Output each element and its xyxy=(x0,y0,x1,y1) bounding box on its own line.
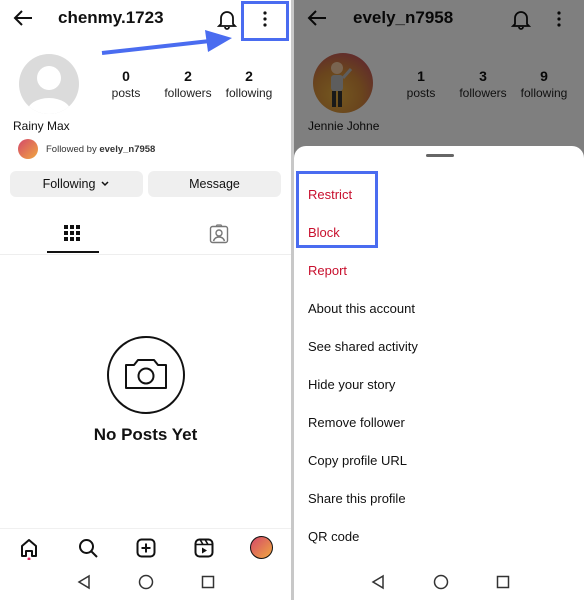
system-nav-bar xyxy=(0,568,291,598)
highlight-box-more-options xyxy=(241,1,289,41)
system-recents-icon[interactable] xyxy=(496,575,510,589)
search-icon[interactable] xyxy=(78,538,98,558)
tagged-photos-icon[interactable] xyxy=(209,224,229,244)
nav-divider xyxy=(0,528,291,529)
menu-hide-story[interactable]: Hide your story xyxy=(308,377,395,392)
sheet-drag-handle[interactable] xyxy=(426,154,454,157)
menu-about-account[interactable]: About this account xyxy=(308,301,415,316)
follower-avatar[interactable] xyxy=(18,139,38,159)
followed-by-text[interactable]: Followed by evely_n7958 xyxy=(46,144,155,155)
chevron-down-icon xyxy=(101,181,109,187)
left-profile-screen: chenmy.1723 0 posts 2 followers 2 following… xyxy=(0,0,291,600)
camera-icon xyxy=(107,336,185,414)
active-tab-indicator xyxy=(47,251,99,253)
profile-tab-avatar[interactable] xyxy=(250,536,273,559)
back-arrow-icon[interactable] xyxy=(12,8,34,28)
right-profile-screen: evely_n7958 1posts 3followers 9following… xyxy=(294,0,584,600)
highlight-box-restrict-block xyxy=(296,171,378,248)
system-home-icon[interactable] xyxy=(433,574,449,590)
stat-following[interactable]: 2 following xyxy=(219,68,279,100)
followed-by-username[interactable]: evely_n7958 xyxy=(99,144,155,155)
menu-remove-follower[interactable]: Remove follower xyxy=(308,415,405,430)
menu-shared-activity[interactable]: See shared activity xyxy=(308,339,418,354)
menu-qr-code[interactable]: QR code xyxy=(308,529,359,544)
bottom-nav xyxy=(0,536,291,562)
display-name: Rainy Max xyxy=(13,119,70,133)
menu-share-profile[interactable]: Share this profile xyxy=(308,491,406,506)
profile-username: chenmy.1723 xyxy=(58,8,164,27)
home-icon[interactable] xyxy=(19,538,39,560)
message-button[interactable]: Message xyxy=(148,171,281,197)
stat-posts[interactable]: 0 posts xyxy=(96,68,156,100)
system-back-icon[interactable] xyxy=(77,574,91,590)
profile-avatar-placeholder[interactable] xyxy=(19,54,79,114)
system-back-icon[interactable] xyxy=(371,574,385,590)
system-nav-bar xyxy=(294,568,584,598)
create-post-icon[interactable] xyxy=(136,538,156,558)
default-user-icon xyxy=(27,66,71,114)
empty-state-title: No Posts Yet xyxy=(93,425,198,444)
system-home-icon[interactable] xyxy=(138,574,154,590)
grid-icon[interactable] xyxy=(64,225,80,241)
stat-followers[interactable]: 2 followers xyxy=(158,68,218,100)
system-recents-icon[interactable] xyxy=(201,575,215,589)
annotation-arrow xyxy=(101,30,232,55)
menu-report[interactable]: Report xyxy=(308,263,347,278)
following-button[interactable]: Following xyxy=(10,171,143,197)
reels-icon[interactable] xyxy=(194,538,214,558)
menu-copy-url[interactable]: Copy profile URL xyxy=(308,453,407,468)
tab-divider xyxy=(0,254,291,255)
